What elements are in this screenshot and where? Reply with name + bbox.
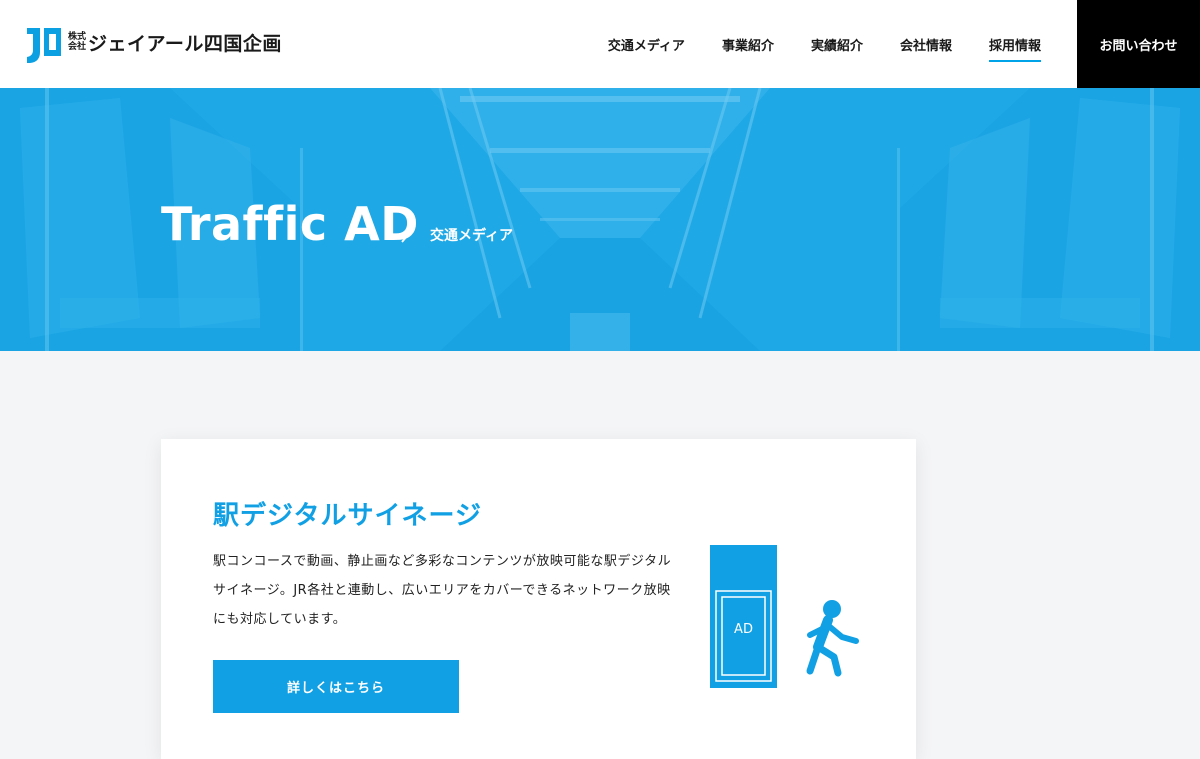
logo-company-name: ジェイアール四国企画 bbox=[88, 32, 282, 55]
logo-mark-icon bbox=[27, 28, 61, 63]
walking-person-icon bbox=[806, 600, 859, 677]
nav-item-company[interactable]: 会社情報 bbox=[900, 27, 952, 62]
card-title: 駅デジタルサイネージ bbox=[213, 501, 482, 531]
main-nav: 交通メディア 事業紹介 実績紹介 会社情報 採用情報 bbox=[571, 0, 1042, 88]
hero-banner: Traffic AD 交通メディア bbox=[0, 88, 1200, 351]
card-description: 駅コンコースで動画、静止画など多彩なコンテンツが放映可能な駅デジタルサイネージ。… bbox=[213, 554, 672, 627]
media-card-digital-signage: 駅デジタルサイネージ 駅コンコースで動画、静止画など多彩なコンテンツが放映可能な… bbox=[161, 439, 916, 759]
site-logo[interactable]: 株式 会社 ジェイアール四国企画 bbox=[26, 26, 282, 64]
nav-item-traffic-media[interactable]: 交通メディア bbox=[608, 27, 685, 62]
signage-pedestrian-illustration: AD bbox=[710, 545, 859, 688]
signage-board-icon: AD bbox=[710, 545, 777, 688]
signage-ad-label: AD bbox=[734, 622, 753, 637]
nav-item-recruit[interactable]: 採用情報 bbox=[988, 27, 1042, 62]
site-header: 株式 会社 ジェイアール四国企画 交通メディア 事業紹介 実績紹介 会社情報 採… bbox=[0, 0, 1200, 88]
contact-button[interactable]: お問い合わせ bbox=[1077, 0, 1200, 88]
hero-subtitle: 交通メディア bbox=[430, 228, 514, 244]
logo-company-type: 株式 会社 bbox=[68, 32, 86, 52]
details-button[interactable]: 詳しくはこちら bbox=[213, 660, 459, 713]
nav-item-works[interactable]: 実績紹介 bbox=[811, 27, 863, 62]
hero-title: Traffic AD bbox=[161, 197, 419, 251]
nav-item-business[interactable]: 事業紹介 bbox=[722, 27, 774, 62]
logo-small-line1: 株式 bbox=[68, 32, 87, 42]
logo-small-line2: 会社 bbox=[68, 42, 87, 52]
slash-separator-icon bbox=[401, 227, 415, 243]
